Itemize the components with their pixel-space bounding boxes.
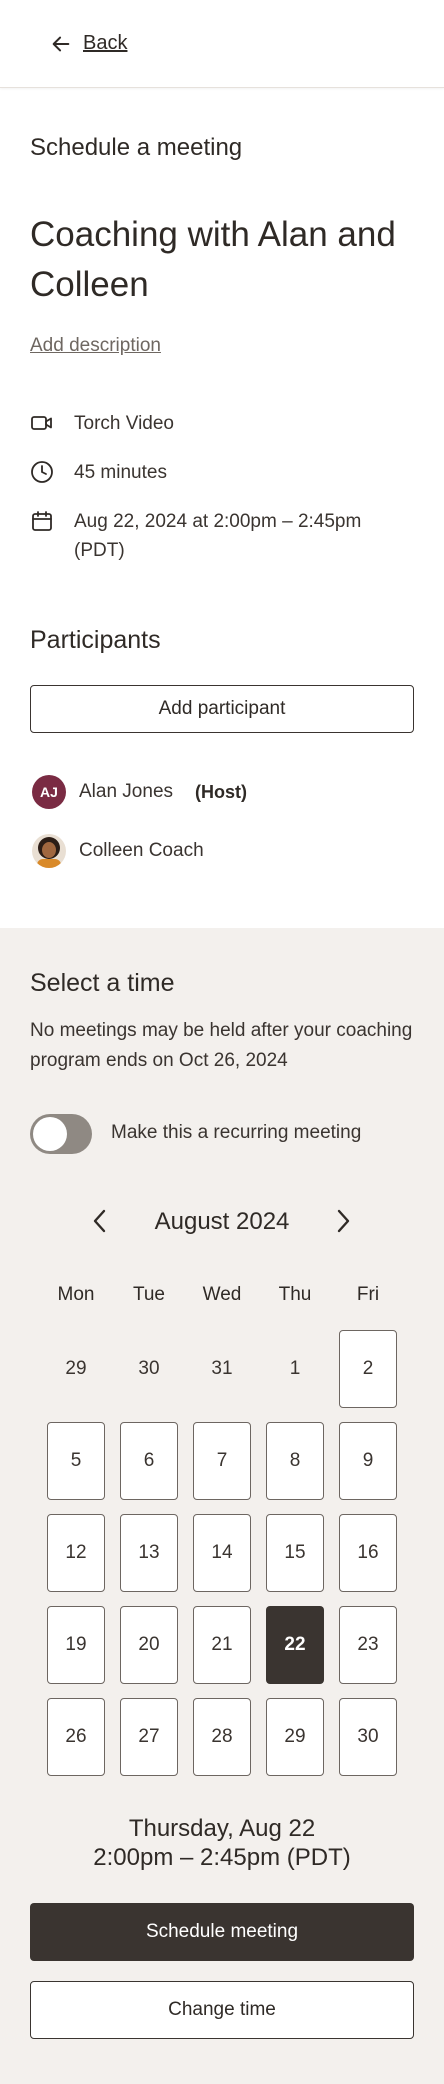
top-bar: Back [0, 0, 444, 88]
back-link[interactable]: Back [50, 32, 127, 55]
weekday-header: Fri [356, 1284, 380, 1305]
avatar-photo [32, 834, 66, 868]
detail-location: Torch Video [30, 409, 394, 438]
calendar-day[interactable]: 14 [193, 1514, 251, 1592]
participant-row: AJ Alan Jones (Host) [32, 775, 247, 809]
back-label: Back [83, 32, 128, 54]
weekday-header: Wed [202, 1284, 242, 1305]
duration-text: 45 minutes [74, 462, 167, 483]
calendar-day[interactable]: 21 [193, 1606, 251, 1684]
select-time-heading: Select a time [30, 969, 175, 997]
chevron-right-icon [337, 1209, 350, 1233]
add-description-link[interactable]: Add description [30, 335, 161, 357]
calendar-day[interactable]: 8 [266, 1422, 324, 1500]
participant-name: Alan Jones [79, 781, 174, 802]
calendar-day[interactable]: 19 [47, 1606, 105, 1684]
calendar-day[interactable]: 16 [339, 1514, 397, 1592]
meeting-title: Coaching with Alan and Colleen [30, 215, 396, 304]
calendar-day-unavailable: 1 [289, 1358, 301, 1379]
calendar-day-selected[interactable]: 22 [266, 1606, 324, 1684]
calendar-icon [32, 511, 52, 531]
calendar-day-unavailable: 29 [65, 1358, 87, 1379]
host-badge: (Host) [195, 781, 248, 802]
add-participant-button[interactable]: Add participant [30, 685, 414, 733]
selected-date-summary: Thursday, Aug 22 [128, 1815, 316, 1842]
page-eyebrow: Schedule a meeting [30, 134, 243, 161]
weekday-header: Mon [57, 1284, 95, 1305]
participants-heading: Participants [30, 626, 161, 654]
weekday-header: Tue [132, 1284, 166, 1305]
video-camera-icon [31, 416, 52, 430]
detail-datetime: Aug 22, 2024 at 2:00pm – 2:45pm (PDT) [30, 507, 394, 565]
calendar-day[interactable]: 2 [339, 1330, 397, 1408]
calendar-day[interactable]: 28 [193, 1698, 251, 1776]
calendar-day-unavailable: 30 [138, 1358, 160, 1379]
recurring-label: Make this a recurring meeting [111, 1122, 362, 1143]
avatar: AJ [32, 775, 66, 809]
program-end-notice: No meetings may be held after your coach… [30, 1020, 413, 1071]
detail-duration: 45 minutes [30, 458, 394, 487]
participant-name: Colleen Coach [79, 840, 204, 861]
calendar-day[interactable]: 30 [339, 1698, 397, 1776]
arrow-left-icon [52, 36, 70, 51]
calendar-day[interactable]: 9 [339, 1422, 397, 1500]
calendar-day[interactable]: 29 [266, 1698, 324, 1776]
location-text: Torch Video [74, 413, 174, 434]
schedule-meeting-button[interactable]: Schedule meeting [30, 1903, 414, 1961]
participant-row: Colleen Coach [32, 834, 204, 868]
calendar-day[interactable]: 5 [47, 1422, 105, 1500]
month-navigator: August 2024 [0, 1200, 444, 1244]
calendar-day-unavailable: 31 [211, 1358, 233, 1379]
next-month-button[interactable] [328, 1206, 358, 1236]
toggle-knob [33, 1117, 67, 1151]
selected-time-summary: 2:00pm – 2:45pm (PDT) [93, 1844, 351, 1871]
calendar-day[interactable]: 13 [120, 1514, 178, 1592]
datetime-text: Aug 22, 2024 at 2:00pm – 2:45pm (PDT) [74, 511, 362, 561]
change-time-button[interactable]: Change time [30, 1981, 414, 2039]
calendar-day[interactable]: 26 [47, 1698, 105, 1776]
avatar [32, 834, 66, 868]
month-title: August 2024 [154, 1208, 290, 1235]
calendar-day[interactable]: 7 [193, 1422, 251, 1500]
calendar-day[interactable]: 6 [120, 1422, 178, 1500]
calendar-day[interactable]: 27 [120, 1698, 178, 1776]
clock-icon [31, 461, 53, 483]
recurring-toggle[interactable] [30, 1114, 92, 1154]
calendar-day[interactable]: 15 [266, 1514, 324, 1592]
calendar-day[interactable]: 23 [339, 1606, 397, 1684]
calendar-day[interactable]: 20 [120, 1606, 178, 1684]
weekday-header: Thu [278, 1284, 312, 1305]
calendar-day[interactable]: 12 [47, 1514, 105, 1592]
